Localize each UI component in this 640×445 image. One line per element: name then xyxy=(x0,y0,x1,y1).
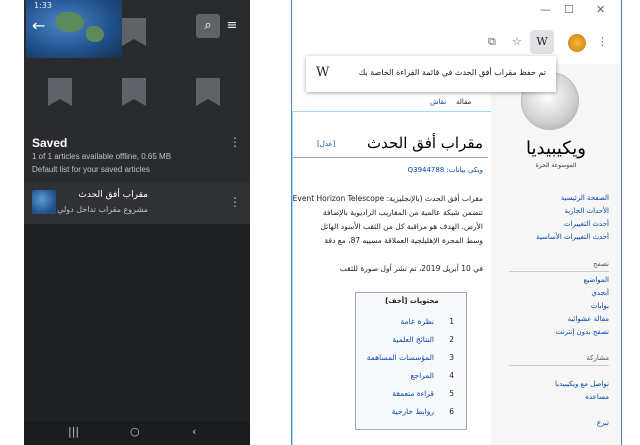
article-thumbnail xyxy=(32,190,56,214)
phone-screen: 1:33 ← ⌕ ≡ Saved 1 of 1 articles availab… xyxy=(24,0,250,445)
sidebar-item-random[interactable]: مقالة عشوائية xyxy=(568,315,609,323)
tab-article[interactable]: مقالة xyxy=(456,98,471,106)
edit-link[interactable]: [عدل] xyxy=(317,140,335,148)
close-icon[interactable]: ✕ xyxy=(596,3,605,16)
wiki-site-name: ويكيبيديا xyxy=(526,138,586,159)
sidebar-heading-browse: تصفح xyxy=(592,260,609,268)
saved-notification-popup: W تم حفظ مقراب أفق الحدث في قائمة القراء… xyxy=(306,56,556,92)
list-item[interactable]: مقراب أفق الحدث مشروع مقراب تداخل دولي ⋮ xyxy=(24,182,250,224)
saved-list-title: Saved xyxy=(32,136,68,150)
translate-icon[interactable]: ⧉ xyxy=(488,35,496,49)
more-vert-icon[interactable]: ⋮ xyxy=(597,35,608,48)
wikidata-link[interactable]: ويكي بيانات: Q3944788 xyxy=(408,166,483,174)
sidebar-item-main-page[interactable]: الصفحة الرئيسية xyxy=(561,194,609,202)
divider xyxy=(509,271,609,272)
saved-list-info: Saved 1 of 1 articles available offline,… xyxy=(24,120,250,182)
arrow-left-icon[interactable]: ← xyxy=(32,16,45,35)
body-text-line: الأرض. الهدف هو مراقبة كل من الثقب الأسو… xyxy=(320,222,484,231)
maximize-icon[interactable]: ☐ xyxy=(564,3,574,16)
toc-title[interactable]: محتويات [أخف] xyxy=(356,297,468,305)
sidebar-item-core-changes[interactable]: أحدث التغييرات الأساسية xyxy=(536,233,609,241)
sidebar-heading-share: مشاركة xyxy=(586,354,609,362)
more-vert-icon[interactable]: ⋮ xyxy=(229,196,241,208)
gap xyxy=(250,0,291,445)
sidebar-item-contact[interactable]: تواصل مع ويكيبيديا xyxy=(555,380,609,388)
article-tabs: مقالة نقاش xyxy=(292,94,491,112)
status-bar-time: 1:33 xyxy=(34,1,52,10)
body-text-line: في 10 أبريل 2019، تم نشر أول صورة للثقب xyxy=(339,264,483,273)
sidebar-item-alphabetical[interactable]: أبجدي xyxy=(591,289,609,297)
body-text-line: وسط المجرة الإهليلجية العملاقة مسييه 87،… xyxy=(324,236,483,245)
body-text-line: مقراب أفق الحدث (بالإنجليزية: Event Hori… xyxy=(292,194,483,203)
sidebar-item-recent-changes[interactable]: أحدث التغييرات xyxy=(564,220,609,228)
nav-back-icon[interactable]: ‹ xyxy=(192,425,196,438)
sidebar-item-help[interactable]: مساعدة xyxy=(585,393,609,401)
body-text-line: تتضمن شبكة عالمية من المقاريب الراديوية … xyxy=(322,208,483,217)
divider xyxy=(293,157,488,158)
sidebar-item-topics[interactable]: المواضيع xyxy=(584,276,609,284)
avatar[interactable] xyxy=(568,34,586,52)
article-content: مقراب أفق الحدث [عدل] ويكي بيانات: Q3944… xyxy=(292,112,491,445)
sidebar-item-current-events[interactable]: الأحداث الجارية xyxy=(564,207,609,215)
page-title: مقراب أفق الحدث xyxy=(367,134,483,152)
more-vert-icon[interactable]: ⋮ xyxy=(229,136,241,148)
bookmark-icon xyxy=(122,18,146,46)
bookmark-icon xyxy=(122,78,146,106)
divider xyxy=(509,365,609,366)
saved-list-header: 1:33 ← ⌕ ≡ xyxy=(24,0,250,120)
sidebar-item-offline[interactable]: تصفح بدون إنترنت xyxy=(556,328,609,336)
wiki-page: ويكيبيديا الموسوعة الحرة الصفحة الرئيسية… xyxy=(292,64,621,445)
recent-apps-icon[interactable]: ||| xyxy=(68,425,79,438)
saved-list-description: Default list for your saved articles xyxy=(32,165,150,174)
article-title: مقراب أفق الحدث xyxy=(78,190,148,200)
browser-window: — ☐ ✕ ⧉ ☆ W ⋮ W تم حفظ مقراب أفق الحدث ف… xyxy=(291,0,622,445)
wiki-tagline: الموسوعة الحرة xyxy=(535,162,577,169)
wikipedia-extension-button[interactable]: W xyxy=(530,30,554,54)
android-nav-bar: ||| ○ ‹ xyxy=(24,421,250,445)
saved-list-stats: 1 of 1 articles available offline, 0.65 … xyxy=(32,152,172,161)
saved-notification-text: تم حفظ مقراب أفق الحدث في قائمة القراءة … xyxy=(358,68,546,77)
star-icon[interactable]: ☆ xyxy=(512,35,522,48)
sidebar-item-donate[interactable]: تبرع xyxy=(597,419,609,427)
wiki-sidebar: ويكيبيديا الموسوعة الحرة الصفحة الرئيسية… xyxy=(491,64,621,445)
tab-talk[interactable]: نقاش xyxy=(430,98,446,106)
bookmark-icon xyxy=(196,78,220,106)
bookmark-icon xyxy=(48,78,72,106)
table-of-contents: محتويات [أخف] 1 نظرة عامة 2 النتائج العل… xyxy=(355,292,467,430)
minimize-icon[interactable]: — xyxy=(540,3,551,16)
sort-icon[interactable]: ≡ xyxy=(222,14,242,38)
wikipedia-w-icon: W xyxy=(316,65,330,80)
home-icon[interactable]: ○ xyxy=(130,425,140,438)
article-description: مشروع مقراب تداخل دولي xyxy=(57,205,148,214)
search-icon[interactable]: ⌕ xyxy=(196,14,220,38)
window-titlebar: — ☐ ✕ xyxy=(292,0,621,22)
sidebar-item-portals[interactable]: بوابات xyxy=(591,302,609,310)
